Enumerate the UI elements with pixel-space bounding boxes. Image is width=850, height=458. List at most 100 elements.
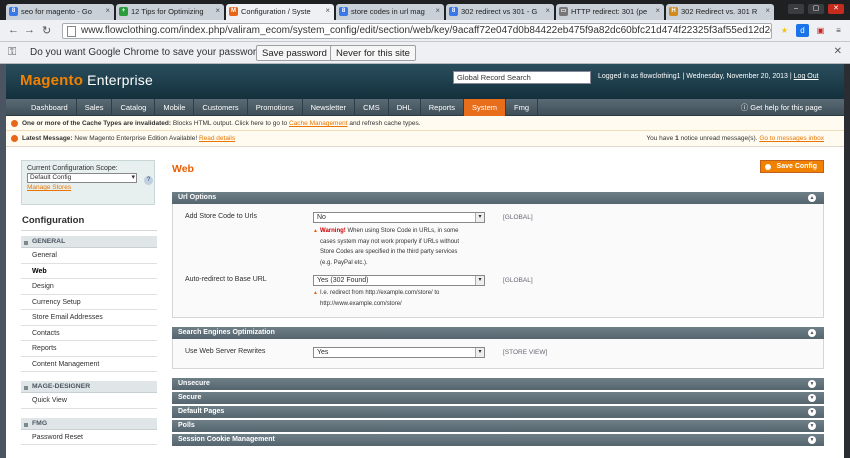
browser-tab[interactable]: +12 Tips for Optimizing × xyxy=(116,4,224,20)
sidebar-item-currency-setup[interactable]: Currency Setup xyxy=(21,294,157,310)
read-details-link[interactable]: Read details xyxy=(199,135,235,142)
minimize-icon[interactable]: – xyxy=(788,4,804,14)
help-icon[interactable]: ? xyxy=(144,176,153,185)
tab-title: 12 Tips for Optimizing xyxy=(131,7,204,16)
close-tab-icon[interactable]: × xyxy=(215,6,220,15)
menu-icon[interactable]: ≡ xyxy=(832,24,845,37)
expand-icon[interactable]: ▼ xyxy=(808,380,816,388)
close-window-icon[interactable]: ✕ xyxy=(828,4,844,14)
latest-message-bold: Latest Message: xyxy=(22,135,73,142)
latest-message-notice: Latest Message: New Magento Enterprise E… xyxy=(6,131,844,147)
favicon-icon: ▭ xyxy=(559,7,568,16)
browser-tab[interactable]: 8 seo for magento - Go × xyxy=(6,4,114,20)
menu-item-newsletter[interactable]: Newsletter xyxy=(303,99,356,116)
sidebar-item-contacts[interactable]: Contacts xyxy=(21,325,157,341)
menu-item-customers[interactable]: Customers xyxy=(194,99,248,116)
section-polls-header[interactable]: Polls ▼ xyxy=(172,420,824,432)
section-secure-header[interactable]: Secure ▼ xyxy=(172,392,824,404)
warning-icon: ▲ xyxy=(313,228,318,234)
expand-icon[interactable]: ▼ xyxy=(808,408,816,416)
scope-select[interactable]: Default Config xyxy=(27,173,137,183)
favicon-icon: + xyxy=(119,7,128,16)
menu-item-system[interactable]: System xyxy=(464,99,507,116)
browser-tab[interactable]: ▭ HTTP redirect: 301 (pe × xyxy=(556,4,664,20)
sidebar-item-quick-view[interactable]: Quick View xyxy=(21,393,157,409)
sidebar-group-fmg[interactable]: FMG xyxy=(21,416,157,430)
add-store-code-select[interactable]: No ▾ xyxy=(313,212,485,223)
sidebar-group-mage-designer[interactable]: MAGE-DESIGNER xyxy=(21,380,157,393)
tab-title: 302 redirect vs 301 - G xyxy=(461,7,538,16)
close-tab-icon[interactable]: × xyxy=(765,6,770,15)
header-user-info: Logged in as flowclothing1 | Wednesday, … xyxy=(598,73,819,80)
close-tab-icon[interactable]: × xyxy=(655,6,660,15)
section-title: Unsecure xyxy=(178,380,210,387)
extension-icon[interactable]: ▣ xyxy=(814,24,827,37)
logout-link[interactable]: Log Out xyxy=(794,73,819,80)
cache-management-link[interactable]: Cache Management xyxy=(289,120,348,127)
browser-tab[interactable]: H 302 Redirect vs. 301 R × xyxy=(666,4,774,20)
auto-redirect-select[interactable]: Yes (302 Found) ▾ xyxy=(313,275,485,286)
menu-item-dhl[interactable]: DHL xyxy=(389,99,421,116)
sidebar-item-web[interactable]: Web xyxy=(21,263,157,279)
close-tab-icon[interactable]: × xyxy=(435,6,440,15)
menu-item-promotions[interactable]: Promotions xyxy=(248,99,303,116)
close-tab-icon[interactable]: × xyxy=(545,6,550,15)
never-save-button[interactable]: Never for this site xyxy=(330,45,416,61)
address-bar[interactable]: www.flowclothing.com/index.php/valiram_e… xyxy=(62,23,772,39)
sidebar-item-store-email-addresses[interactable]: Store Email Addresses xyxy=(21,310,157,326)
magento-logo[interactable]: Magento Enterprise xyxy=(20,72,153,89)
favicon-icon: 8 xyxy=(339,7,348,16)
section-unsecure-header[interactable]: Unsecure ▼ xyxy=(172,378,824,390)
save-config-button[interactable]: Save Config xyxy=(759,160,824,173)
forward-icon[interactable]: → xyxy=(24,24,35,36)
menu-item-reports[interactable]: Reports xyxy=(421,99,465,116)
save-password-button[interactable]: Save password xyxy=(256,45,333,61)
favicon-icon: 8 xyxy=(9,7,18,16)
menu-item-mobile[interactable]: Mobile xyxy=(155,99,195,116)
sidebar-group-general[interactable]: GENERAL xyxy=(21,235,157,248)
browser-tab[interactable]: 8 302 redirect vs 301 - G × xyxy=(446,4,554,20)
help-link[interactable]: ⓘ Get help for this page xyxy=(741,102,822,113)
menu-item-dashboard[interactable]: Dashboard xyxy=(23,99,77,116)
expand-icon[interactable]: ▼ xyxy=(808,394,816,402)
section-session-cookie-management-header[interactable]: Session Cookie Management ▼ xyxy=(172,434,824,446)
manage-stores-link[interactable]: Manage Stores xyxy=(27,184,149,191)
sidebar-item-content-management[interactable]: Content Management xyxy=(21,356,157,372)
close-tab-icon[interactable]: × xyxy=(325,6,330,15)
expand-icon[interactable]: ▼ xyxy=(808,422,816,430)
close-infobar-icon[interactable]: ✕ xyxy=(834,46,842,57)
sidebar-item-password-reset[interactable]: Password Reset xyxy=(21,429,157,445)
scope-label: Current Configuration Scope: xyxy=(27,165,118,172)
browser-tab[interactable]: 8 store codes in url mag × xyxy=(336,4,444,20)
collapse-icon[interactable]: ▲ xyxy=(808,194,816,202)
messages-inbox-link[interactable]: Go to messages inbox xyxy=(759,135,824,142)
expand-icon[interactable]: ▼ xyxy=(808,436,816,444)
global-search-input[interactable]: Global Record Search xyxy=(453,71,591,84)
url-text: www.flowclothing.com/index.php/valiram_e… xyxy=(81,25,772,36)
back-icon[interactable]: ← xyxy=(8,24,19,36)
close-tab-icon[interactable]: × xyxy=(105,6,110,15)
section-url-options-body: Add Store Code to Urls No ▾ [GLOBAL] ▲ W… xyxy=(172,204,824,318)
menu-item-sales[interactable]: Sales xyxy=(77,99,113,116)
extension-d-icon[interactable]: d xyxy=(796,24,809,37)
menu-item-fmg[interactable]: Fmg xyxy=(506,99,539,116)
star-icon[interactable]: ★ xyxy=(778,24,791,37)
sidebar-item-general[interactable]: General xyxy=(21,248,157,264)
section-default-pages-header[interactable]: Default Pages ▼ xyxy=(172,406,824,418)
section-seo-header[interactable]: Search Engines Optimization ▲ xyxy=(172,327,824,339)
tab-title: Configuration / Syste xyxy=(241,7,311,16)
favicon-icon: 8 xyxy=(449,7,458,16)
web-server-rewrites-select[interactable]: Yes ▾ xyxy=(313,347,485,358)
logo-edition: Enterprise xyxy=(87,72,153,88)
maximize-icon[interactable]: ▢ xyxy=(808,4,824,14)
sidebar-item-reports[interactable]: Reports xyxy=(21,341,157,357)
password-infobar: ⚿ Do you want Google Chrome to save your… xyxy=(0,42,850,64)
reload-icon[interactable]: ↻ xyxy=(42,24,51,37)
collapse-icon[interactable]: ▲ xyxy=(808,329,816,337)
browser-tab[interactable]: M Configuration / Syste × xyxy=(226,4,334,20)
warning-label: Warning! xyxy=(320,228,346,234)
menu-item-catalog[interactable]: Catalog xyxy=(112,99,156,116)
section-url-options-header[interactable]: Url Options ▲ xyxy=(172,192,824,204)
menu-item-cms[interactable]: CMS xyxy=(355,99,389,116)
sidebar-item-design[interactable]: Design xyxy=(21,279,157,295)
